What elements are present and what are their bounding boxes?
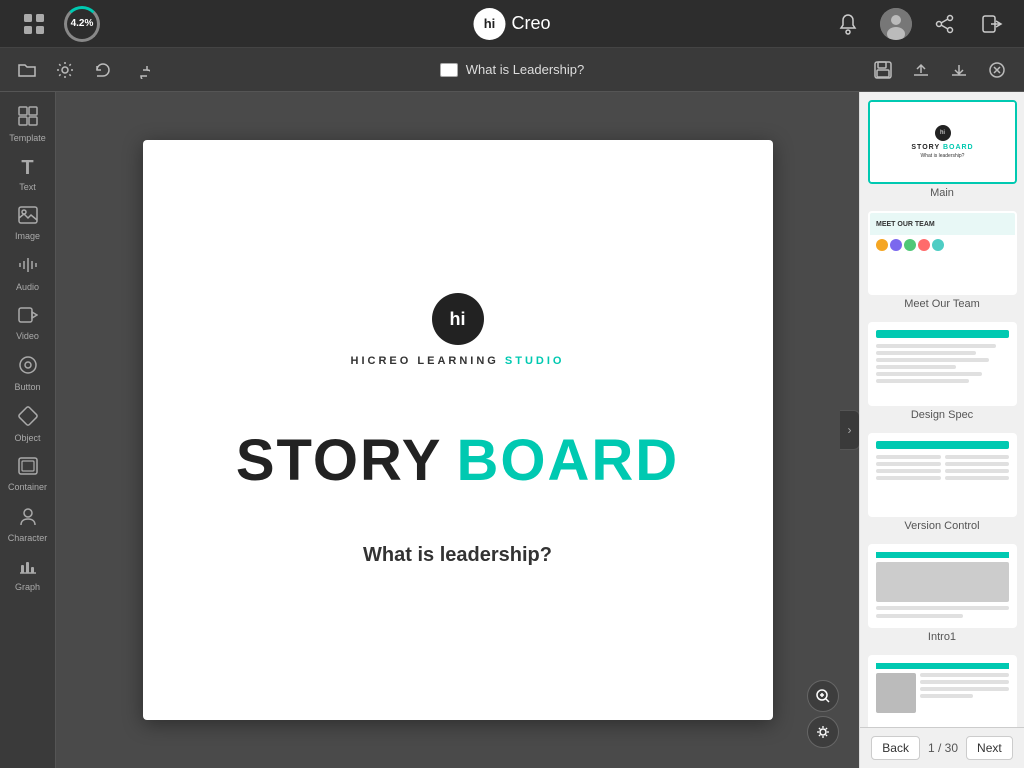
sidebar-item-character[interactable]: Character	[3, 500, 53, 549]
video-label: Video	[16, 331, 39, 341]
right-slides-panel: hi STORY BOARD What is leadership? Main …	[859, 92, 1024, 768]
top-bar-left: 4.2%	[16, 6, 100, 42]
container-icon	[18, 457, 38, 480]
document-title[interactable]: What is Leadership?	[466, 62, 585, 77]
sidebar-item-audio[interactable]: Audio	[3, 249, 53, 298]
zoom-controls	[807, 680, 839, 748]
slide-hi-badge: hi	[432, 293, 484, 345]
video-icon	[18, 306, 38, 329]
audio-label: Audio	[16, 282, 39, 292]
sidebar-item-graph[interactable]: Graph	[3, 551, 53, 598]
slide-label-2: Meet Our Team	[868, 298, 1016, 310]
top-bar-center: hi Creo	[473, 8, 550, 40]
editor-toolbar: What is Leadership?	[0, 48, 1024, 92]
logo-button[interactable]: hi Creo	[473, 8, 550, 40]
button-icon	[18, 355, 38, 380]
graph-icon	[18, 557, 38, 580]
sidebar-item-video[interactable]: Video	[3, 300, 53, 347]
slide-label-5: Intro1	[868, 631, 1016, 643]
top-bar: 4.2% hi Creo	[0, 0, 1024, 48]
image-label: Image	[15, 231, 40, 241]
slide-canvas: hi HICREO LEARNING STUDIO STORY BOARD Wh…	[143, 140, 773, 720]
user-avatar[interactable]	[880, 8, 912, 40]
template-label: Template	[9, 133, 46, 143]
character-icon	[18, 506, 38, 531]
slide-subtitle: What is leadership?	[363, 544, 552, 567]
slide-thumb-3[interactable]: Design Spec	[868, 322, 1016, 421]
object-icon	[18, 406, 38, 431]
graph-label: Graph	[15, 582, 40, 592]
slide-label-1: Main	[868, 187, 1016, 199]
slide-thumb-4[interactable]: Version Control	[868, 433, 1016, 532]
publish-icon[interactable]	[906, 55, 936, 85]
slide-icon	[440, 63, 458, 77]
progress-indicator[interactable]: 4.2%	[64, 6, 100, 42]
redo-icon[interactable]	[126, 55, 156, 85]
brand-name: HICREO LEARNING STUDIO	[351, 355, 565, 367]
slide-thumb-1[interactable]: hi STORY BOARD What is leadership? Main	[868, 100, 1016, 199]
character-label: Character	[8, 533, 48, 543]
slide-label-4: Version Control	[868, 520, 1016, 532]
toolbar-left	[12, 55, 156, 85]
app-name: Creo	[511, 13, 550, 34]
text-icon: T	[21, 157, 33, 180]
slide-thumb-5[interactable]: Intro1	[868, 544, 1016, 643]
object-label: Object	[14, 433, 40, 443]
slide-thumb-img-4[interactable]	[868, 433, 1017, 517]
top-bar-right	[832, 8, 1008, 40]
sidebar-item-template[interactable]: Template	[3, 100, 53, 149]
slide-thumb-img-5[interactable]	[868, 544, 1017, 628]
template-icon	[18, 106, 38, 131]
sidebar-item-button[interactable]: Button	[3, 349, 53, 398]
slide-thumb-img-2[interactable]: MEET OUR TEAM	[868, 211, 1017, 295]
close-icon[interactable]	[982, 55, 1012, 85]
left-sidebar: Template T Text Image Audio	[0, 92, 56, 768]
undo-icon[interactable]	[88, 55, 118, 85]
audio-icon	[18, 255, 38, 280]
toolbar-center: What is Leadership?	[164, 62, 860, 77]
sidebar-item-object[interactable]: Object	[3, 400, 53, 449]
image-icon	[18, 206, 38, 229]
sidebar-item-container[interactable]: Container	[3, 451, 53, 498]
hi-badge: hi	[473, 8, 505, 40]
back-button[interactable]: Back	[871, 736, 920, 760]
sidebar-item-image[interactable]: Image	[3, 200, 53, 247]
folder-icon[interactable]	[12, 55, 42, 85]
toolbar-right	[868, 55, 1012, 85]
canvas-area: hi HICREO LEARNING STUDIO STORY BOARD Wh…	[56, 92, 859, 768]
share-icon[interactable]	[928, 8, 960, 40]
slide-thumb-2[interactable]: MEET OUR TEAM Meet Our Team	[868, 211, 1016, 310]
page-info: 1 / 30	[928, 741, 958, 755]
zoom-in-button[interactable]	[807, 680, 839, 712]
zoom-settings-button[interactable]	[807, 716, 839, 748]
container-label: Container	[8, 482, 47, 492]
settings-icon[interactable]	[50, 55, 80, 85]
slide-thumb-img-1[interactable]: hi STORY BOARD What is leadership?	[868, 100, 1017, 184]
collapse-panel-arrow[interactable]: ›	[840, 410, 859, 450]
slide-title-part2: BOARD	[456, 427, 679, 494]
pagination: Back 1 / 30 Next	[860, 727, 1024, 768]
slide-thumb-img-6[interactable]	[868, 655, 1017, 727]
slide-logo-area: hi HICREO LEARNING STUDIO	[351, 293, 565, 367]
save-icon[interactable]	[868, 55, 898, 85]
slide-thumb-6[interactable]: Intro2	[868, 655, 1016, 727]
download-icon[interactable]	[944, 55, 974, 85]
main-layout: Template T Text Image Audio	[0, 92, 1024, 768]
slide-label-3: Design Spec	[868, 409, 1016, 421]
notification-icon[interactable]	[832, 8, 864, 40]
slide-thumb-img-3[interactable]	[868, 322, 1017, 406]
button-label: Button	[14, 382, 40, 392]
slide-title: STORY BOARD	[236, 427, 679, 494]
logout-icon[interactable]	[976, 8, 1008, 40]
sidebar-item-text[interactable]: T Text	[3, 151, 53, 198]
slide-title-part1: STORY	[236, 427, 443, 494]
next-button[interactable]: Next	[966, 736, 1013, 760]
grid-icon[interactable]	[16, 6, 52, 42]
slides-list: hi STORY BOARD What is leadership? Main …	[860, 92, 1024, 727]
text-label: Text	[19, 182, 36, 192]
